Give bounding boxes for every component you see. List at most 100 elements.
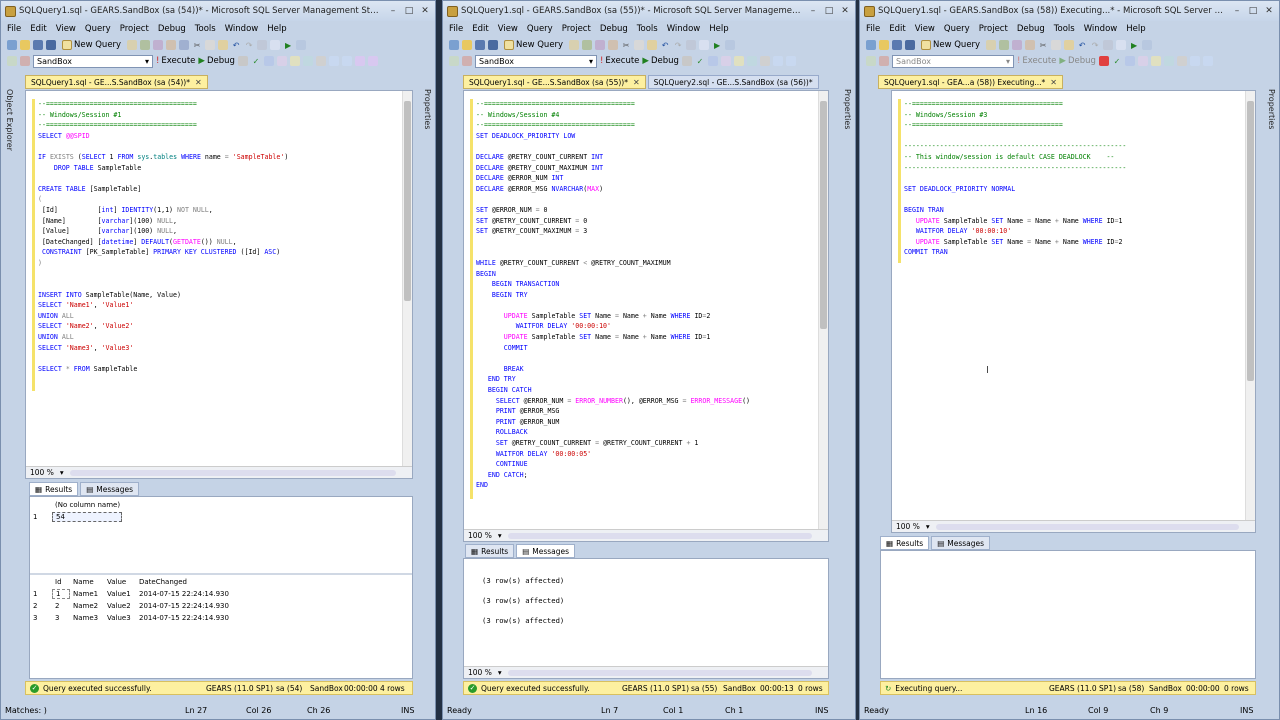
mdx-query-icon[interactable]: [595, 40, 606, 50]
cancel-query-icon[interactable]: [237, 56, 248, 66]
chevron-down-icon[interactable]: ▾: [498, 531, 502, 540]
cut-icon[interactable]: ✂: [192, 40, 202, 50]
menu-tools[interactable]: Tools: [195, 24, 216, 34]
grid-cell[interactable]: 54: [52, 512, 122, 522]
tab-sqlquery1[interactable]: SQLQuery1.sql - GE...S.SandBox (sa (54))…: [25, 75, 208, 89]
grid-cell[interactable]: Name1: [70, 590, 104, 598]
dmx-query-icon[interactable]: [1025, 40, 1036, 50]
save-icon[interactable]: [33, 40, 43, 50]
solution-explorer-icon[interactable]: [725, 40, 736, 50]
dmx-query-icon[interactable]: [166, 40, 177, 50]
open-file-icon[interactable]: [20, 40, 30, 50]
menu-debug[interactable]: Debug: [158, 24, 186, 34]
maximize-icon[interactable]: □: [403, 6, 415, 16]
results-pane[interactable]: [880, 550, 1256, 679]
chevron-down-icon[interactable]: ▾: [926, 522, 930, 531]
paste-icon[interactable]: [218, 40, 229, 50]
cancel-query-icon[interactable]: [681, 56, 692, 66]
comment-icon[interactable]: [772, 56, 783, 66]
results-to-grid-icon[interactable]: [1163, 56, 1174, 66]
database-select[interactable]: SandBox ▾: [33, 54, 153, 68]
grid-splitter[interactable]: [30, 573, 412, 575]
menu-help[interactable]: Help: [709, 24, 728, 34]
properties-tab[interactable]: Properties: [1267, 89, 1276, 129]
messages-output[interactable]: (3 row(s) affected) (3 row(s) affected) …: [464, 559, 828, 631]
close-icon[interactable]: ✕: [1263, 6, 1275, 16]
new-project-icon[interactable]: [866, 40, 876, 50]
save-icon[interactable]: [475, 40, 485, 50]
new-query-button[interactable]: New Query: [921, 40, 980, 50]
save-icon[interactable]: [892, 40, 902, 50]
tab-results[interactable]: ▦ Results: [465, 544, 515, 558]
hscroll-track[interactable]: [935, 523, 1239, 530]
scroll-thumb[interactable]: [820, 101, 827, 329]
hscroll-track[interactable]: [507, 532, 812, 539]
connect-icon[interactable]: [866, 56, 876, 66]
editor-vscroll[interactable]: [1245, 91, 1255, 520]
results-to-file-icon[interactable]: [759, 56, 770, 66]
disconnect-icon[interactable]: [20, 56, 30, 66]
table-row[interactable]: 3 3 Name3 Value3 2014-07-15 22:24:14.930: [30, 612, 412, 624]
query-designer-icon[interactable]: [1137, 56, 1148, 66]
debug-button[interactable]: ▶ Debug: [198, 56, 235, 66]
navigate-icon[interactable]: [257, 40, 268, 50]
navigate-icon[interactable]: [686, 40, 697, 50]
menu-window[interactable]: Window: [1084, 24, 1118, 34]
undo-icon[interactable]: ↶: [231, 40, 241, 50]
menu-edit[interactable]: Edit: [889, 24, 905, 34]
chevron-down-icon[interactable]: ▾: [60, 468, 64, 477]
debug-button[interactable]: ▶ Debug: [1059, 56, 1096, 66]
editor-vscroll[interactable]: [818, 91, 828, 529]
menu-help[interactable]: Help: [1126, 24, 1145, 34]
connect-icon[interactable]: [7, 56, 17, 66]
find-icon[interactable]: [1116, 40, 1127, 50]
navigate-icon[interactable]: [1103, 40, 1114, 50]
results-to-text-icon[interactable]: [1150, 56, 1161, 66]
redo-icon[interactable]: ↷: [244, 40, 254, 50]
uncomment-icon[interactable]: [1202, 56, 1213, 66]
open-file-icon[interactable]: [462, 40, 472, 50]
close-tab-icon[interactable]: ✕: [195, 78, 202, 87]
tab-messages[interactable]: ▤ Messages: [80, 482, 140, 496]
save-all-icon[interactable]: [46, 40, 56, 50]
estimated-plan-icon[interactable]: [707, 56, 718, 66]
increase-indent-icon[interactable]: [367, 56, 378, 66]
start-icon[interactable]: ▶: [1129, 40, 1139, 50]
menu-file[interactable]: File: [866, 24, 880, 34]
column-header[interactable]: Id: [52, 578, 70, 586]
paste-icon[interactable]: [1064, 40, 1075, 50]
menu-project[interactable]: Project: [120, 24, 149, 34]
save-all-icon[interactable]: [488, 40, 498, 50]
menu-project[interactable]: Project: [562, 24, 591, 34]
solution-explorer-icon[interactable]: [296, 40, 307, 50]
close-tab-icon[interactable]: ✕: [633, 78, 640, 87]
menu-query[interactable]: Query: [85, 24, 111, 34]
column-header[interactable]: DateChanged: [136, 578, 187, 586]
execute-button[interactable]: ! Execute: [600, 56, 639, 66]
menu-file[interactable]: File: [449, 24, 463, 34]
menu-window[interactable]: Window: [225, 24, 259, 34]
menu-view[interactable]: View: [498, 24, 518, 34]
database-select[interactable]: SandBox ▾: [475, 54, 597, 68]
query-editor[interactable]: --======================================…: [25, 90, 413, 479]
undo-icon[interactable]: ↶: [660, 40, 670, 50]
grid-cell[interactable]: 2014-07-15 22:24:14.930: [136, 602, 229, 610]
copy-icon[interactable]: [1051, 40, 1062, 50]
menu-window[interactable]: Window: [667, 24, 701, 34]
query-designer-icon[interactable]: [276, 56, 287, 66]
grid-cell[interactable]: 2014-07-15 22:24:14.930: [136, 590, 229, 598]
menu-file[interactable]: File: [7, 24, 21, 34]
results-to-file-icon[interactable]: [1176, 56, 1187, 66]
query-editor[interactable]: --======================================…: [891, 90, 1256, 533]
editor-vscroll[interactable]: [402, 91, 412, 466]
results-to-file-icon[interactable]: [315, 56, 326, 66]
redo-icon[interactable]: ↷: [1090, 40, 1100, 50]
menu-debug[interactable]: Debug: [1017, 24, 1045, 34]
result-grid-2[interactable]: Id Name Value DateChanged 1 1 Name1 Value1 2014…: [30, 576, 412, 624]
undo-icon[interactable]: ↶: [1077, 40, 1087, 50]
tab-sqlquery1[interactable]: SQLQuery1.sql - GE...S.SandBox (sa (55))…: [463, 75, 646, 89]
sql-code[interactable]: --======================================…: [38, 99, 398, 374]
grid-cell[interactable]: Name3: [70, 614, 104, 622]
copy-icon[interactable]: [205, 40, 216, 50]
result-grid-1[interactable]: (No column name) 1 54: [30, 499, 412, 523]
